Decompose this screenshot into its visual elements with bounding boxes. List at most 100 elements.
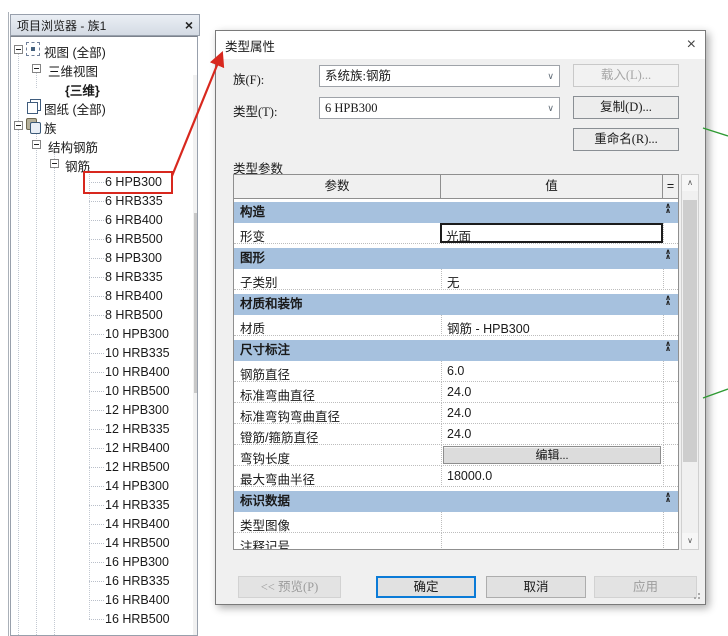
table-scrollbar[interactable]: ∧ ∨ [681,174,699,550]
tree-item[interactable]: 8 HRB400 [11,287,183,306]
edit-button[interactable]: 编辑... [443,446,661,464]
tree-item[interactable]: 钢筋 [11,154,183,173]
tree-item[interactable]: 图纸 (全部) [11,97,183,116]
tree-expand-icon[interactable] [32,64,41,73]
tree-item-label: 14 HPB300 [105,479,169,493]
column-divider [663,512,664,533]
tree-item[interactable]: 14 HRB335 [11,496,183,515]
tree-item-label: 16 HRB500 [105,612,170,626]
tree-item[interactable]: 6 HPB300 [11,173,183,192]
param-column-header[interactable]: 参数 [234,175,441,198]
tree-connector [89,391,104,392]
param-value-focused[interactable]: 光面 [440,223,663,243]
dialog-close-icon[interactable]: × [687,37,696,53]
duplicate-button[interactable]: 复制(D)... [573,96,679,119]
chevron-down-icon: ∨ [547,66,554,86]
section-header[interactable]: 构造∧ ∧ [234,202,678,223]
section-label: 材质和装饰 [240,297,303,311]
section-header[interactable]: 图形∧ ∧ [234,248,678,269]
column-divider [441,361,442,382]
section-label: 尺寸标注 [240,343,290,357]
project-browser-titlebar[interactable]: 项目浏览器 - 族1 × [10,14,200,36]
tree-scrollbar[interactable]: ∧ ∨ [193,75,198,636]
tree-scrollbar-thumb[interactable] [194,213,198,393]
section-header[interactable]: 材质和装饰 ∧ ∧ [234,294,678,315]
family-dropdown[interactable]: 系统族:钢筋 ∨ [319,65,560,87]
tree-item[interactable]: 14 HRB400 [11,515,183,534]
tree-item[interactable]: 10 HPB300 [11,325,183,344]
tree-item[interactable]: 14 HRB500 [11,534,183,553]
dialog-titlebar[interactable]: 类型属性 × [216,31,705,59]
tree-item[interactable]: 6 HRB400 [11,211,183,230]
param-row: 形变光面 [234,223,678,244]
tree-item[interactable]: 10 HRB335 [11,344,183,363]
tree-item[interactable]: 视图 (全部) [11,40,183,59]
column-divider [441,445,442,466]
project-browser-close-icon[interactable]: × [185,18,193,32]
tree-item[interactable]: 10 HRB400 [11,363,183,382]
tree-item[interactable]: {三维} [11,78,183,97]
param-row: 材质钢筋 - HPB300 [234,315,678,336]
table-header: 参数 值 = [234,175,678,199]
param-value[interactable]: 24.0 [447,406,471,420]
scroll-up-icon[interactable]: ∧ [193,75,198,90]
param-value[interactable]: 6.0 [447,364,464,378]
tree-item[interactable]: 8 HRB500 [11,306,183,325]
tree-connector [89,619,104,620]
tree-item[interactable]: 12 HRB400 [11,439,183,458]
cancel-button[interactable]: 取消 [486,576,586,598]
tree-connector [89,277,104,278]
family-value: 系统族:钢筋 [325,69,391,83]
param-value[interactable]: 无 [447,272,460,291]
rename-button[interactable]: 重命名(R)... [573,128,679,151]
param-value[interactable]: 24.0 [447,385,471,399]
collapse-section-icon[interactable]: ∧ ∧ [660,342,676,351]
param-value[interactable]: 24.0 [447,427,471,441]
param-value[interactable]: 18000.0 [447,469,492,483]
tree-item[interactable]: 16 HPB300 [11,553,183,572]
tree-expand-icon[interactable] [32,140,41,149]
tree-connector [89,220,104,221]
tree-item[interactable]: 8 HRB335 [11,268,183,287]
tree-item[interactable]: 结构钢筋 [11,135,183,154]
tree-item[interactable]: 12 HRB500 [11,458,183,477]
tree-item[interactable]: 16 HRB500 [11,610,183,629]
type-dropdown[interactable]: 6 HPB300 ∨ [319,97,560,119]
scroll-up-icon[interactable]: ∧ [682,175,698,191]
tree-expand-icon[interactable] [14,121,23,130]
collapse-section-icon[interactable]: ∧ ∧ [660,296,676,305]
tree-expand-icon[interactable] [14,45,23,54]
column-divider [663,466,664,487]
section-header[interactable]: 尺寸标注 ∧ ∧ [234,340,678,361]
tree-item[interactable]: 16 HRB400 [11,591,183,610]
tree-item[interactable]: 8 HPB300 [11,249,183,268]
tree-item[interactable]: 三维视图 [11,59,183,78]
ok-button[interactable]: 确定 [376,576,476,598]
tree-item[interactable]: 12 HPB300 [11,401,183,420]
tree-item[interactable]: 6 HRB335 [11,192,183,211]
project-browser-title: 项目浏览器 - 族1 [17,17,185,34]
collapse-section-icon[interactable]: ∧ ∧ [660,204,676,213]
collapse-section-icon[interactable]: ∧ ∧ [660,493,676,502]
value-column-header[interactable]: 值 [441,175,663,198]
table-scrollbar-thumb[interactable] [683,200,697,462]
tree-item[interactable]: 10 HRB500 [11,382,183,401]
tree-item[interactable]: 12 HRB335 [11,420,183,439]
tree-item[interactable]: 族 [11,116,183,135]
tree-item[interactable]: 16 HRB335 [11,572,183,591]
collapse-section-icon[interactable]: ∧ ∧ [660,250,676,259]
tree-connector [89,581,104,582]
tree-item[interactable]: 6 HRB500 [11,230,183,249]
tree-connector [89,562,104,563]
resize-grip[interactable] [692,591,701,600]
project-browser-tree[interactable]: 视图 (全部)三维视图{三维}图纸 (全部)族结构钢筋钢筋 6 HPB300 6 H… [10,36,198,636]
tree-item[interactable]: 14 HPB300 [11,477,183,496]
tree-item-label: 6 HPB300 [105,175,162,189]
tree-expand-icon[interactable] [50,159,59,168]
tree-item-label: 12 HRB335 [105,422,170,436]
sheets-icon [26,99,40,113]
section-header[interactable]: 标识数据∧ ∧ [234,491,678,512]
scroll-down-icon[interactable]: ∨ [682,533,698,549]
param-value[interactable]: 钢筋 - HPB300 [447,318,530,337]
param-row: 注释记号 [234,533,678,549]
